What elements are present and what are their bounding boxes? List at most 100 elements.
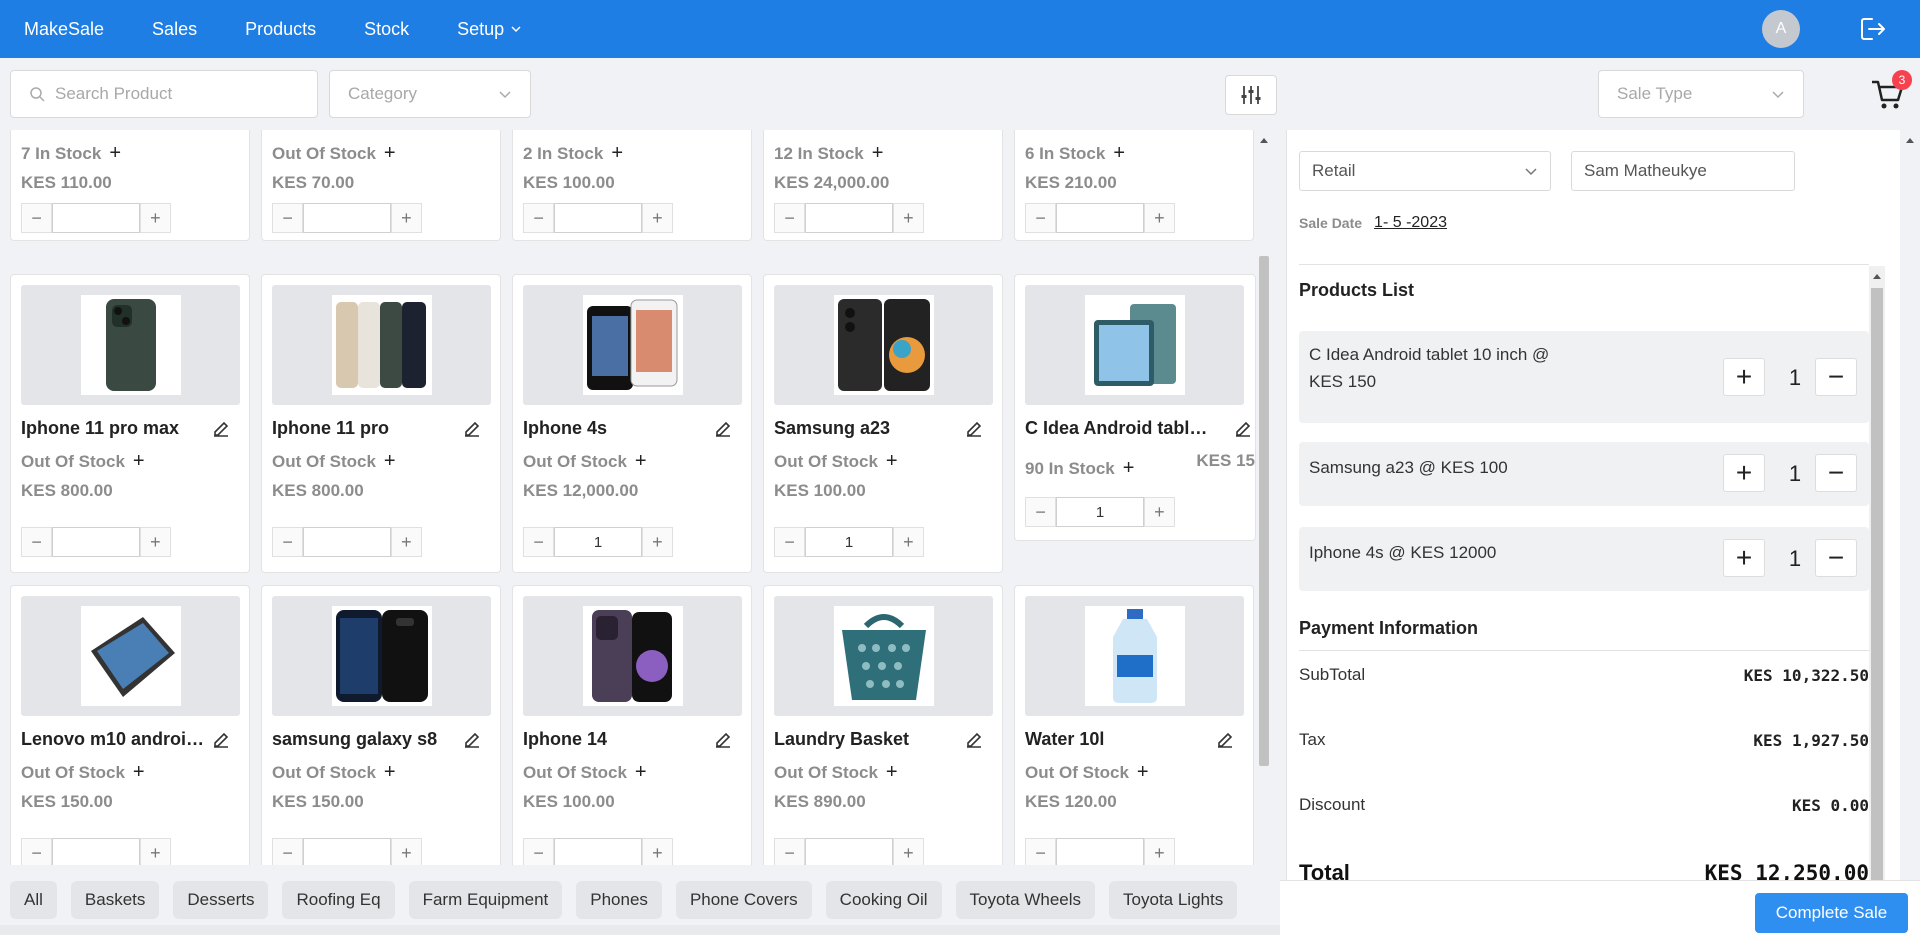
- product-name[interactable]: Iphone 14: [523, 729, 607, 750]
- scroll-up-icon[interactable]: [1903, 134, 1917, 148]
- category-chip-phone-covers[interactable]: Phone Covers: [675, 881, 812, 919]
- decrement-button[interactable]: −: [774, 527, 806, 557]
- product-card[interactable]: Samsung a23 Out Of Stock + KES 100.00 −1 +: [763, 274, 1003, 573]
- add-stock-icon[interactable]: +: [109, 142, 121, 165]
- avatar[interactable]: A: [1762, 10, 1800, 48]
- quantity-value[interactable]: [805, 838, 893, 865]
- quantity-value[interactable]: [1056, 838, 1144, 865]
- quantity-value[interactable]: 1: [1056, 497, 1144, 527]
- category-chip-farm-equipment[interactable]: Farm Equipment: [408, 881, 563, 919]
- product-card[interactable]: C Idea Android tablet ... 90 In Stock + K…: [1014, 274, 1256, 541]
- add-stock-icon[interactable]: +: [384, 142, 396, 165]
- edit-icon[interactable]: [1215, 730, 1235, 750]
- decrement-button[interactable]: −: [1025, 838, 1057, 865]
- category-chip-baskets[interactable]: Baskets: [70, 881, 160, 919]
- product-card[interactable]: Lenovo m10 android... Out Of Stock + KES …: [10, 585, 250, 865]
- decrement-button[interactable]: −: [272, 203, 304, 233]
- decrement-button[interactable]: −: [21, 203, 53, 233]
- category-horizontal-scrollbar[interactable]: [0, 925, 1280, 935]
- increment-button[interactable]: +: [1143, 203, 1175, 233]
- logout-icon[interactable]: [1858, 14, 1888, 44]
- add-stock-icon[interactable]: +: [1113, 142, 1125, 165]
- quantity-value[interactable]: [805, 203, 893, 233]
- decrement-button[interactable]: −: [523, 527, 555, 557]
- increment-button[interactable]: +: [641, 203, 673, 233]
- cart-button[interactable]: 3: [1870, 70, 1912, 116]
- edit-icon[interactable]: [713, 419, 733, 439]
- scroll-up-icon[interactable]: [1870, 270, 1884, 282]
- add-stock-icon[interactable]: +: [611, 142, 623, 165]
- product-card[interactable]: Out Of Stock + KES 70.00 − +: [261, 130, 501, 241]
- nav-makesale[interactable]: MakeSale: [0, 19, 128, 40]
- panel-scrollbar[interactable]: [1900, 130, 1920, 880]
- add-stock-icon[interactable]: +: [384, 450, 396, 473]
- sale-type-select[interactable]: Sale Type: [1598, 70, 1804, 118]
- decrement-button[interactable]: −: [523, 203, 555, 233]
- product-name[interactable]: Iphone 11 pro: [272, 418, 389, 439]
- quantity-value[interactable]: 1: [805, 527, 893, 557]
- add-stock-icon[interactable]: +: [886, 761, 898, 784]
- decrement-button[interactable]: −: [21, 838, 53, 865]
- quantity-value[interactable]: [554, 838, 642, 865]
- product-card[interactable]: Iphone 11 pro Out Of Stock + KES 800.00 −…: [261, 274, 501, 573]
- product-card[interactable]: samsung galaxy s8 Out Of Stock + KES 150.…: [261, 585, 501, 865]
- product-card[interactable]: 12 In Stock + KES 24,000.00 − +: [763, 130, 1003, 241]
- product-grid-scroll-thumb[interactable]: [1259, 256, 1269, 766]
- sale-date-value[interactable]: 1- 5 -2023: [1374, 214, 1447, 232]
- category-chip-all[interactable]: All: [10, 881, 57, 919]
- increment-button[interactable]: +: [641, 527, 673, 557]
- product-card[interactable]: Iphone 4s Out Of Stock + KES 12,000.00 −1…: [512, 274, 752, 573]
- nav-sales[interactable]: Sales: [128, 19, 221, 40]
- cart-increment-button[interactable]: +: [1723, 454, 1765, 492]
- product-name[interactable]: samsung galaxy s8: [272, 729, 437, 750]
- add-stock-icon[interactable]: +: [384, 761, 396, 784]
- price-type-select[interactable]: Retail: [1299, 151, 1551, 191]
- increment-button[interactable]: +: [892, 203, 924, 233]
- customer-field[interactable]: Sam Matheukye: [1571, 151, 1795, 191]
- product-name[interactable]: Laundry Basket: [774, 729, 909, 750]
- decrement-button[interactable]: −: [523, 838, 555, 865]
- search-input[interactable]: [55, 84, 295, 104]
- category-chip-toyota-lights[interactable]: Toyota Lights: [1109, 881, 1238, 919]
- product-card[interactable]: 2 In Stock + KES 100.00 − +: [512, 130, 752, 241]
- nav-products[interactable]: Products: [221, 19, 340, 40]
- product-card[interactable]: 6 In Stock + KES 210.00 − +: [1014, 130, 1254, 241]
- add-stock-icon[interactable]: +: [635, 450, 647, 473]
- decrement-button[interactable]: −: [774, 838, 806, 865]
- decrement-button[interactable]: −: [774, 203, 806, 233]
- filter-button[interactable]: [1225, 75, 1277, 115]
- edit-icon[interactable]: [462, 419, 482, 439]
- add-stock-icon[interactable]: +: [133, 761, 145, 784]
- add-stock-icon[interactable]: +: [872, 142, 884, 165]
- add-stock-icon[interactable]: +: [886, 450, 898, 473]
- scroll-up-icon[interactable]: [1257, 134, 1271, 148]
- decrement-button[interactable]: −: [272, 527, 304, 557]
- quantity-value[interactable]: [554, 203, 642, 233]
- increment-button[interactable]: +: [390, 527, 422, 557]
- nav-setup[interactable]: Setup: [433, 19, 546, 40]
- product-card[interactable]: Water 10l Out Of Stock + KES 120.00 − +: [1014, 585, 1254, 865]
- category-select[interactable]: Category: [329, 70, 531, 118]
- quantity-value[interactable]: [303, 838, 391, 865]
- product-name[interactable]: Samsung a23: [774, 418, 890, 439]
- cart-decrement-button[interactable]: −: [1815, 358, 1857, 396]
- product-card[interactable]: 7 In Stock + KES 110.00 − +: [10, 130, 250, 241]
- increment-button[interactable]: +: [139, 527, 171, 557]
- increment-button[interactable]: +: [1143, 838, 1175, 865]
- quantity-value[interactable]: [303, 203, 391, 233]
- increment-button[interactable]: +: [892, 527, 924, 557]
- category-chip-roofing[interactable]: Roofing Eq: [282, 881, 395, 919]
- product-name[interactable]: Lenovo m10 android...: [21, 729, 211, 750]
- decrement-button[interactable]: −: [272, 838, 304, 865]
- product-name[interactable]: Iphone 11 pro max: [21, 418, 179, 439]
- product-card[interactable]: Iphone 14 Out Of Stock + KES 100.00 − +: [512, 585, 752, 865]
- edit-icon[interactable]: [964, 730, 984, 750]
- add-stock-icon[interactable]: +: [1137, 761, 1149, 784]
- cart-decrement-button[interactable]: −: [1815, 454, 1857, 492]
- category-chip-cooking-oil[interactable]: Cooking Oil: [825, 881, 942, 919]
- category-chip-phones[interactable]: Phones: [576, 881, 662, 919]
- decrement-button[interactable]: −: [1025, 497, 1057, 527]
- add-stock-icon[interactable]: +: [1123, 457, 1135, 480]
- quantity-value[interactable]: [52, 203, 140, 233]
- increment-button[interactable]: +: [139, 203, 171, 233]
